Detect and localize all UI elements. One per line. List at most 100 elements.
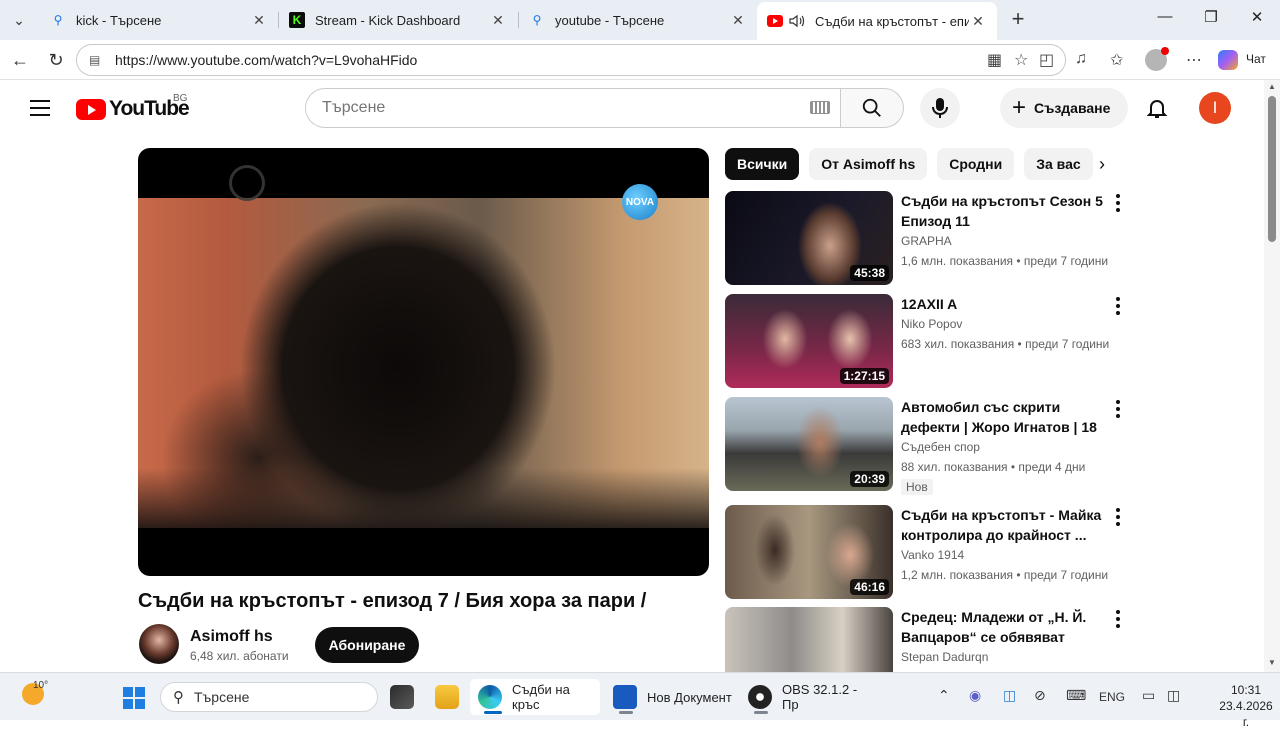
chip-from-channel[interactable]: От Asimoff hs bbox=[809, 148, 928, 180]
more-options-icon[interactable] bbox=[1111, 399, 1125, 419]
favorites-icon[interactable]: ✩ bbox=[1110, 50, 1123, 70]
clock-time: 10:31 bbox=[1230, 683, 1262, 697]
recommendation-channel[interactable]: GRAPHA bbox=[901, 231, 1111, 251]
page-scrollbar[interactable]: ▲ ▼ bbox=[1264, 80, 1280, 672]
voice-search-button[interactable] bbox=[920, 88, 960, 128]
recommendation-meta: 683 хил. показвания • преди 7 години bbox=[901, 337, 1110, 351]
more-options-icon[interactable] bbox=[1111, 296, 1125, 316]
video-thumbnail[interactable]: 1:27:15 bbox=[725, 294, 893, 388]
tab-label: kick - Търсене bbox=[76, 12, 162, 28]
taskbar-search[interactable]: ⚲ Търсене bbox=[160, 682, 378, 712]
recommendation-title[interactable]: 12AXII A bbox=[901, 294, 1111, 314]
taskbar-app-obs[interactable]: OBS 32.1.2 - Пр bbox=[740, 679, 870, 715]
tab-youtube-video[interactable]: Съдби на кръстопът - епизод ✕ bbox=[757, 2, 997, 40]
recommendation-title[interactable]: Средец: Младежи от „Н. Й. Вапцаров“ се о… bbox=[901, 607, 1111, 647]
search-input[interactable]: Търсене bbox=[305, 88, 841, 128]
keyboard-icon[interactable]: ⌨ bbox=[1066, 687, 1086, 704]
task-view-icon[interactable] bbox=[390, 685, 414, 709]
hamburger-menu-icon[interactable] bbox=[30, 100, 50, 116]
video-thumbnail[interactable]: 45:38 bbox=[725, 191, 893, 285]
network-offline-icon[interactable]: ⊘ bbox=[1034, 687, 1046, 704]
tab-actions-menu-icon[interactable]: ⌄ bbox=[6, 7, 32, 33]
windows-start-icon[interactable] bbox=[123, 687, 145, 709]
more-options-icon[interactable] bbox=[1111, 193, 1125, 213]
chip-related[interactable]: Сродни bbox=[937, 148, 1015, 180]
recommendation-title[interactable]: Съдби на кръстопът Сезон 5 Епизод 11 bbox=[901, 191, 1111, 231]
obs-icon bbox=[748, 685, 772, 709]
keyboard-icon[interactable] bbox=[810, 101, 830, 114]
address-bar[interactable]: ▤ https://www.youtube.com/watch?v=L9voha… bbox=[76, 44, 1066, 76]
search-button[interactable] bbox=[840, 88, 904, 128]
close-window-icon[interactable]: ✕ bbox=[1245, 8, 1269, 32]
scroll-down-icon[interactable]: ▼ bbox=[1267, 658, 1277, 667]
playlist-icon[interactable]: ♫ bbox=[1075, 50, 1087, 68]
video-thumbnail[interactable]: 46:16 bbox=[725, 505, 893, 599]
system-clock[interactable]: 10:31 23.4.2026 г. bbox=[1218, 682, 1274, 730]
account-avatar[interactable]: I bbox=[1199, 92, 1231, 124]
channel-name[interactable]: Asimoff hs bbox=[190, 628, 273, 646]
chip-for-you[interactable]: За вас bbox=[1024, 148, 1093, 180]
video-player[interactable]: NOVA bbox=[138, 148, 709, 576]
notification-icon[interactable]: ◰ bbox=[1039, 50, 1054, 70]
tab-kick-dashboard[interactable]: K Stream - Kick Dashboard ✕ bbox=[279, 6, 517, 34]
chevron-right-icon[interactable]: › bbox=[1092, 154, 1112, 174]
recommendation-channel[interactable]: Niko Popov bbox=[901, 314, 1111, 334]
recommendation-item[interactable]: 46:16 Съдби на кръстопът - Майка контрол… bbox=[725, 505, 1135, 601]
security-icon[interactable]: ◫ bbox=[1003, 687, 1016, 704]
tab-youtube-search[interactable]: ⚲ youtube - Търсене ✕ bbox=[519, 6, 757, 34]
plus-icon: + bbox=[1012, 94, 1027, 121]
word-icon bbox=[613, 685, 637, 709]
show-hidden-icons-chevron-icon[interactable]: ⌃ bbox=[938, 687, 950, 704]
search-placeholder: Търсене bbox=[322, 99, 386, 116]
recommendation-channel[interactable]: Stepan Dadurqn bbox=[901, 647, 1111, 667]
nova-watermark: NOVA bbox=[622, 184, 658, 220]
restore-icon[interactable]: ❐ bbox=[1199, 8, 1223, 32]
recommendation-title[interactable]: Автомобил със скрити дефекти | Жоро Игна… bbox=[901, 397, 1111, 437]
back-arrow-icon[interactable]: ← bbox=[8, 48, 32, 72]
new-tab-button[interactable]: + bbox=[1006, 8, 1030, 32]
profile-avatar[interactable] bbox=[1145, 47, 1169, 71]
copilot-icon[interactable] bbox=[1218, 50, 1238, 70]
close-tab-icon[interactable]: ✕ bbox=[969, 13, 987, 30]
file-explorer-icon[interactable] bbox=[435, 685, 459, 709]
search-icon bbox=[862, 98, 881, 117]
taskbar-app-edge[interactable]: Съдби на кръс bbox=[470, 679, 600, 715]
close-tab-icon[interactable]: ✕ bbox=[729, 12, 747, 29]
favorite-star-icon[interactable]: ☆ bbox=[1014, 50, 1028, 70]
chip-all[interactable]: Всички bbox=[725, 148, 800, 180]
site-info-icon[interactable]: ▤ bbox=[89, 53, 105, 67]
taskbar-app-word[interactable]: Нов Документ bbox=[605, 679, 735, 715]
language-indicator[interactable]: ENG bbox=[1099, 690, 1125, 704]
video-thumbnail[interactable]: 20:39 bbox=[725, 397, 893, 491]
close-tab-icon[interactable]: ✕ bbox=[489, 12, 507, 29]
youtube-logo[interactable]: YouTube BG bbox=[76, 93, 190, 121]
more-menu-icon[interactable]: ⋯ bbox=[1186, 50, 1202, 70]
copilot-label[interactable]: Чат bbox=[1246, 52, 1266, 66]
scroll-up-icon[interactable]: ▲ bbox=[1267, 82, 1277, 91]
recommendation-item[interactable]: 20:39 Автомобил със скрити дефекти | Жор… bbox=[725, 397, 1135, 495]
speaker-icon[interactable] bbox=[789, 13, 805, 29]
notifications-bell-icon[interactable] bbox=[1145, 96, 1169, 120]
subscribe-button[interactable]: Абониране bbox=[315, 627, 419, 663]
create-button[interactable]: + Създаване bbox=[1000, 88, 1128, 128]
reload-icon[interactable]: ↻ bbox=[44, 48, 68, 72]
scrollbar-thumb[interactable] bbox=[1268, 96, 1276, 242]
recommendation-channel[interactable]: Съдебен спор bbox=[901, 437, 1111, 457]
channel-avatar[interactable] bbox=[139, 624, 179, 664]
recommendation-item[interactable]: 45:38 Съдби на кръстопът Сезон 5 Епизод … bbox=[725, 191, 1135, 287]
recommendation-channel[interactable]: Vanko 1914 bbox=[901, 545, 1111, 565]
tab-kick-search[interactable]: ⚲ kick - Търсене ✕ bbox=[40, 6, 278, 34]
more-options-icon[interactable] bbox=[1111, 609, 1125, 629]
more-options-icon[interactable] bbox=[1111, 507, 1125, 527]
apps-icon[interactable]: ▦ bbox=[987, 50, 1002, 70]
display-icon[interactable]: ▭ bbox=[1142, 687, 1155, 704]
recommendation-item[interactable]: Средец: Младежи от „Н. Й. Вапцаров“ се о… bbox=[725, 607, 1135, 672]
close-tab-icon[interactable]: ✕ bbox=[250, 12, 268, 29]
recommendation-title[interactable]: Съдби на кръстопът - Майка контролира до… bbox=[901, 505, 1111, 545]
teams-icon[interactable]: ◉ bbox=[969, 687, 981, 704]
recommendation-item[interactable]: 1:27:15 12AXII A Niko Popov 683 хил. пок… bbox=[725, 294, 1135, 390]
volume-muted-icon[interactable]: ◫ bbox=[1167, 687, 1180, 704]
search-icon: ⚲ bbox=[53, 13, 63, 27]
video-thumbnail[interactable] bbox=[725, 607, 893, 672]
minimize-icon[interactable]: — bbox=[1153, 8, 1177, 32]
